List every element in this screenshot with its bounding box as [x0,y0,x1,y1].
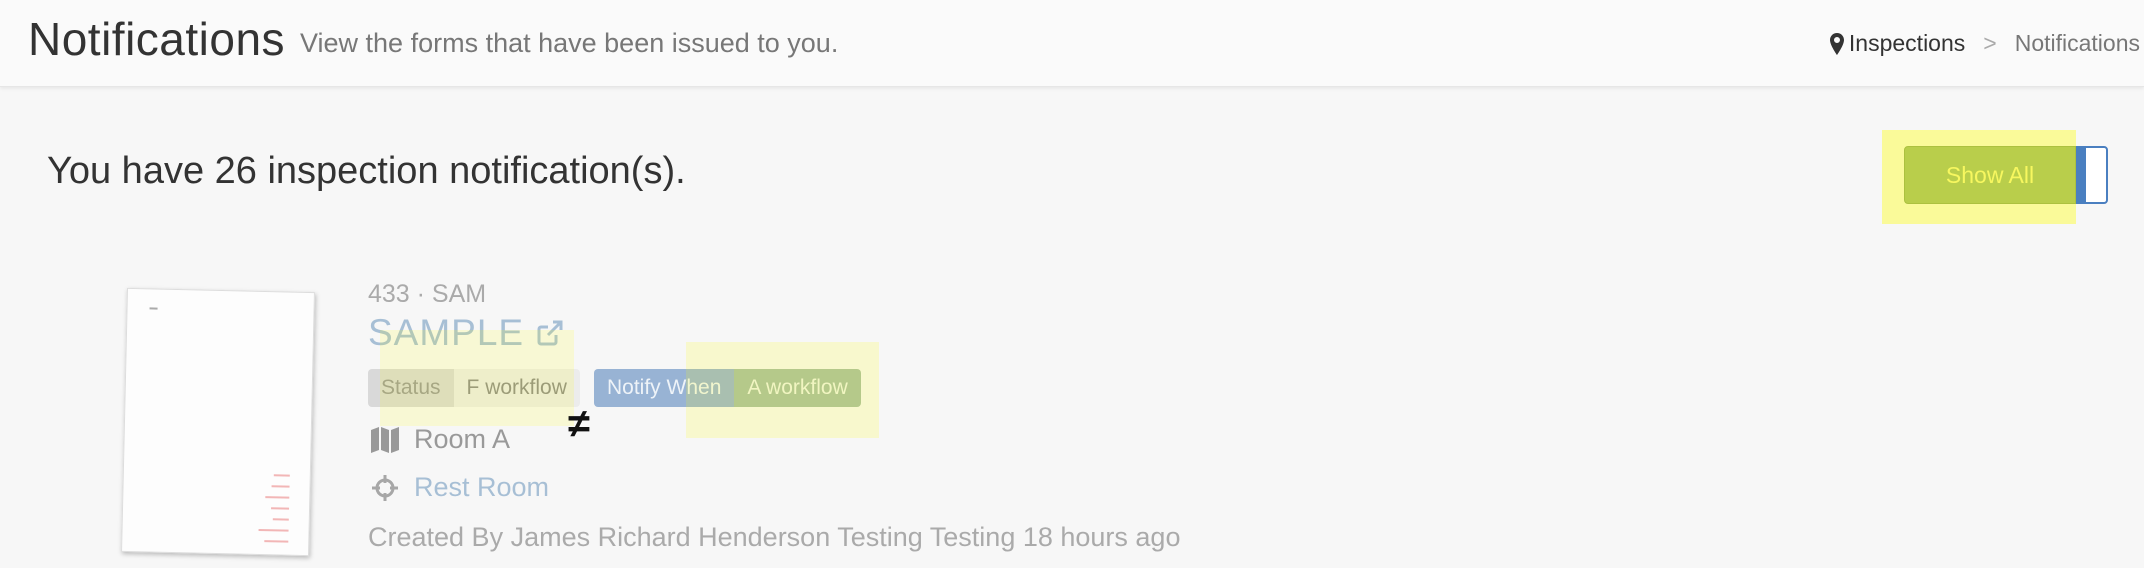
notification-count: You have 26 inspection notification(s). [47,150,686,192]
thumbnail-line [258,528,289,532]
form-title: SAMPLE [368,312,525,353]
form-code: 433 · SAM [368,280,487,308]
not-equal-symbol: ≠ [568,402,590,446]
page-title: Notifications [28,13,286,65]
crosshairs-icon [372,474,398,501]
form-thumbnail[interactable] [121,287,315,557]
page-header: Notifications View the forms that have b… [0,0,2144,87]
thumbnail-line [271,485,290,488]
thumbnail-line [271,507,290,510]
external-link-icon [537,320,563,346]
room-row: Room A [370,424,510,455]
show-all-toggle[interactable] [2076,146,2108,204]
thumbnail-line [272,518,289,521]
created-by-text: Created By James Richard Henderson Testi… [368,522,1181,552]
room-name: Room A [414,424,511,454]
breadcrumb-inspections-link[interactable]: Inspections [1829,30,1966,57]
notify-when-value: A workflow [734,369,861,407]
notify-when-label: Notify When [594,369,735,407]
location-row[interactable]: Rest Room [370,472,549,503]
breadcrumb-separator: > [1983,30,1997,56]
thumbnail-line [273,474,290,477]
status-badge-value: F workflow [453,369,580,407]
thumbnail-header-mark [149,307,158,310]
breadcrumb: Inspections > Notifications [1829,30,2140,57]
show-all-button[interactable]: Show All [1904,146,2076,204]
status-badge: Status F workflow [368,369,580,407]
status-badge-label: Status [368,369,454,407]
page-subtitle: View the forms that have been issued to … [300,28,839,58]
breadcrumb-current: Notifications [2014,30,2140,56]
map-marker-icon [1829,32,1844,55]
map-icon [371,426,399,453]
notify-when-badge: Notify When A workflow [594,369,861,407]
thumbnail-line [265,496,290,499]
show-all-button-group: Show All [1904,146,2108,206]
form-title-link[interactable]: SAMPLE [368,312,564,354]
thumbnail-line [264,540,289,543]
breadcrumb-inspections-label: Inspections [1848,30,1966,56]
location-link[interactable]: Rest Room [414,472,549,503]
